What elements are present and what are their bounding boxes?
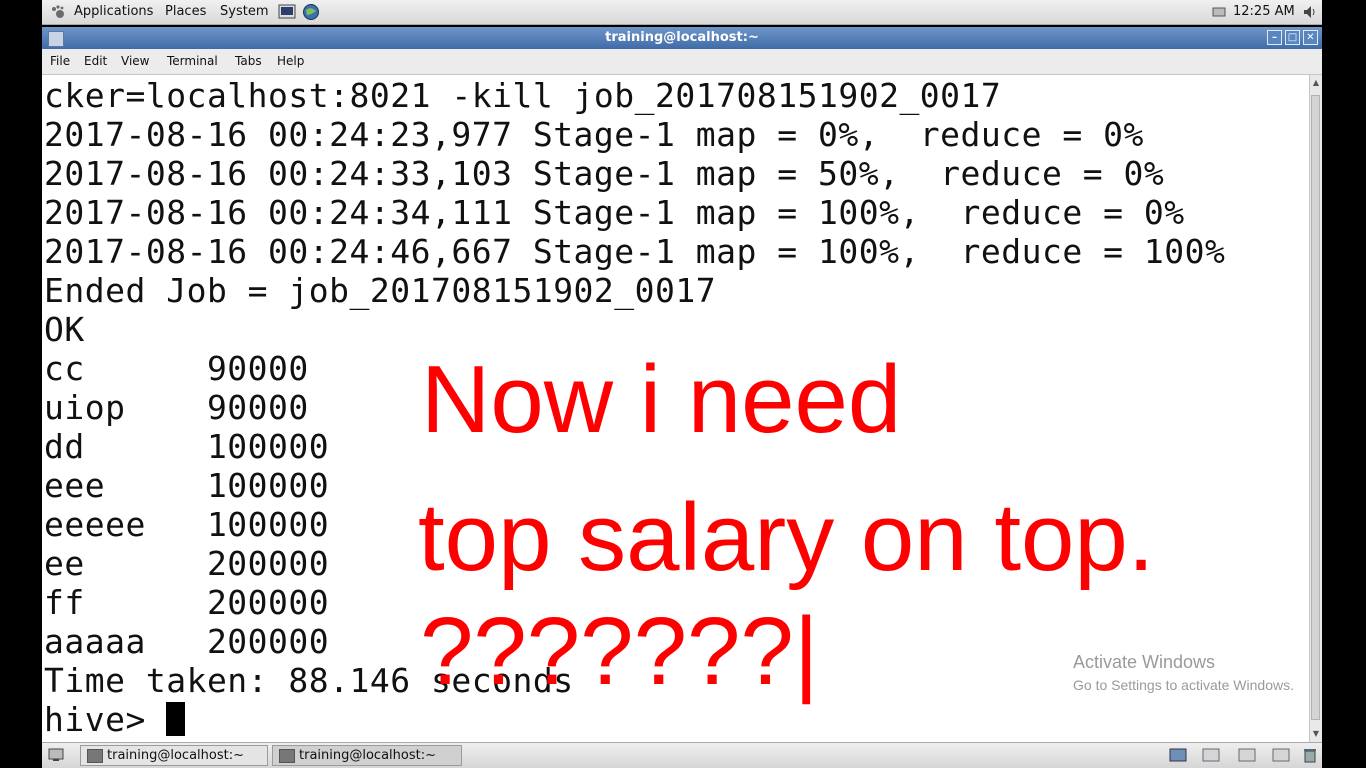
applications-menu[interactable]: Applications (74, 4, 153, 19)
scroll-up-icon[interactable]: ▲ (1311, 77, 1321, 89)
terminal-line: 2017-08-16 00:24:23,977 Stage-1 map = 0%… (44, 115, 1144, 154)
task-label: training@localhost:~ (299, 748, 436, 763)
activation-watermark-title: Activate Windows (1073, 652, 1216, 672)
maximize-button[interactable]: □ (1285, 30, 1300, 45)
terminal-scrollbar[interactable]: ▲ ▼ (1309, 75, 1322, 742)
result-row: ff 200000 (44, 583, 330, 622)
terminal-icon (279, 749, 295, 763)
terminal-icon (87, 749, 103, 763)
annotation-line-1: Now i need (421, 346, 902, 453)
activation-watermark-subtitle: Go to Settings to activate Windows. (1073, 677, 1294, 693)
taskbar-window-button[interactable]: training@localhost:~ (80, 745, 268, 766)
top-panel: Applications Places System 12:25 AM (42, 0, 1322, 25)
network-icon[interactable] (1212, 6, 1226, 18)
menu-view[interactable]: View (121, 54, 149, 68)
window-title: training@localhost:~ (605, 30, 759, 45)
bottom-taskbar: training@localhost:~ training@localhost:… (42, 742, 1322, 768)
prompt-line[interactable]: hive> (44, 700, 186, 739)
hive-prompt: hive> (44, 700, 167, 739)
result-row: uiop 90000 (44, 388, 309, 427)
text-cursor (166, 702, 186, 736)
trash-icon[interactable] (1302, 747, 1318, 763)
scroll-thumb[interactable] (1311, 95, 1320, 720)
terminal-line: cker=localhost:8021 -kill job_2017081519… (44, 76, 1002, 115)
window-titlebar[interactable]: training@localhost:~ – □ ✕ (42, 27, 1322, 49)
result-row: dd 100000 (44, 427, 330, 466)
menu-help[interactable]: Help (277, 54, 304, 68)
workspace-3-icon[interactable] (1238, 748, 1256, 762)
terminal-menubar: File Edit View Terminal Tabs Help (42, 49, 1322, 75)
result-row: eeeee 100000 (44, 505, 330, 544)
menu-edit[interactable]: Edit (84, 54, 107, 68)
annotation-line-3: ???????| (420, 598, 819, 705)
browser-launcher-icon[interactable] (302, 3, 320, 21)
system-menu[interactable]: System (220, 4, 268, 19)
annotation-line-2: top salary on top. (418, 484, 1155, 591)
places-menu[interactable]: Places (165, 4, 206, 19)
result-row: eee 100000 (44, 466, 330, 505)
menu-file[interactable]: File (50, 54, 70, 68)
workspace-1-icon[interactable] (1169, 748, 1187, 762)
volume-icon[interactable] (1302, 4, 1316, 20)
window-menu-icon[interactable] (48, 31, 64, 47)
terminal-line: OK (44, 310, 85, 349)
minimize-button[interactable]: – (1267, 30, 1282, 45)
result-row: cc 90000 (44, 349, 309, 388)
menu-tabs[interactable]: Tabs (235, 54, 262, 68)
gnome-foot-icon (52, 5, 64, 18)
terminal-line: Ended Job = job_201708151902_0017 (44, 271, 717, 310)
workspace-4-icon[interactable] (1272, 748, 1290, 762)
result-row: aaaaa 200000 (44, 622, 330, 661)
terminal-launcher-icon[interactable] (278, 3, 296, 21)
taskbar-window-button[interactable]: training@localhost:~ (272, 745, 462, 766)
clock[interactable]: 12:25 AM (1233, 4, 1295, 19)
workspace-2-icon[interactable] (1202, 748, 1220, 762)
terminal-line: 2017-08-16 00:24:46,667 Stage-1 map = 10… (44, 232, 1226, 271)
scroll-down-icon[interactable]: ▼ (1311, 728, 1321, 740)
result-row: ee 200000 (44, 544, 330, 583)
terminal-line: 2017-08-16 00:24:34,111 Stage-1 map = 10… (44, 193, 1185, 232)
task-label: training@localhost:~ (107, 748, 244, 763)
menu-terminal[interactable]: Terminal (167, 54, 218, 68)
terminal-line: 2017-08-16 00:24:33,103 Stage-1 map = 50… (44, 154, 1165, 193)
close-button[interactable]: ✕ (1303, 30, 1318, 45)
show-desktop-icon[interactable] (48, 748, 64, 762)
